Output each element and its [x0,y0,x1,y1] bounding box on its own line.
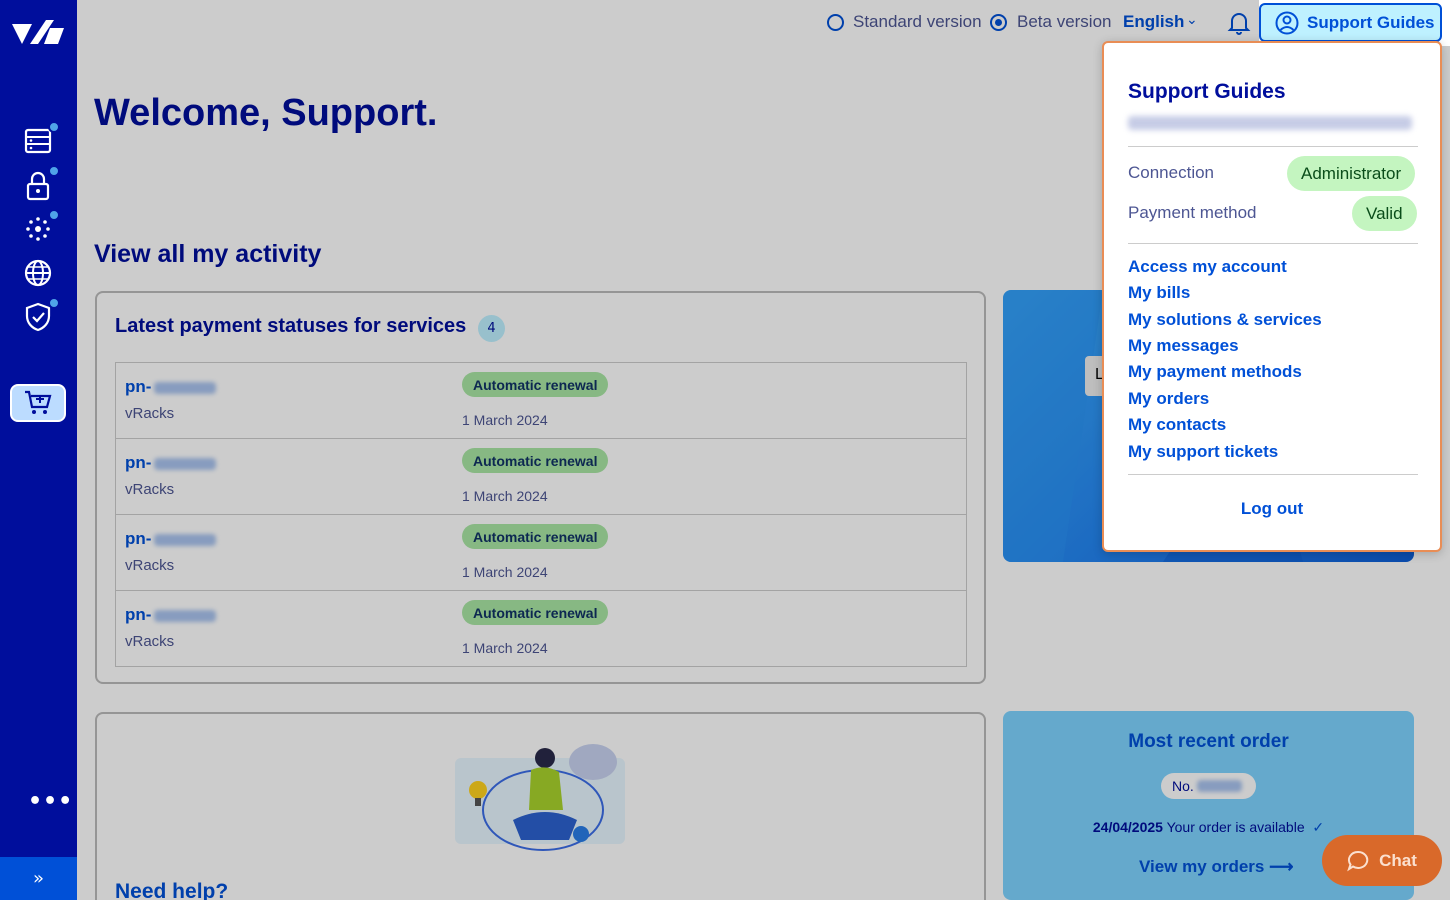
renewal-date: 1 March 2024 [462,564,548,580]
service-type: vRacks [125,633,175,650]
notification-dot [48,297,60,309]
order-date: 24/04/2025 [1092,819,1163,835]
access-account-link[interactable]: Access my account [1128,257,1287,277]
globe-icon[interactable] [22,257,54,289]
support-guides-label: Support Guides [1307,12,1435,32]
service-type: vRacks [125,405,175,422]
sidebar: ••• » [0,0,77,900]
status-badge: Automatic renewal [462,372,609,397]
renewal-date: 1 March 2024 [462,640,548,656]
chevron-down-icon[interactable]: ⌄ [1186,12,1198,28]
order-status: 24/04/2025 Your order is available ✓ [1003,819,1414,836]
divider [1128,474,1418,475]
service-id-link[interactable]: pn- [125,529,217,549]
messages-link[interactable]: My messages [1128,336,1239,356]
arrow-right-icon: ⟶ [1264,857,1294,876]
chat-label: Chat [1379,850,1417,870]
table-row: pn- vRacks Automatic renewal 1 March 202… [116,591,966,666]
service-type: vRacks [125,481,175,498]
beta-version-radio[interactable] [990,14,1007,31]
service-id-link[interactable]: pn- [125,453,217,473]
dropdown-title: Support Guides [1128,80,1286,103]
renewal-date: 1 March 2024 [462,412,548,428]
help-illustration [455,744,625,851]
service-id-link[interactable]: pn- [125,605,217,625]
beta-version-label[interactable]: Beta version [1017,12,1112,32]
page-title: Welcome, Support. [94,92,438,134]
notification-dot [48,165,60,177]
count-badge: 4 [478,315,505,342]
ovh-logo-icon[interactable] [10,14,66,52]
status-badge: Automatic renewal [462,600,609,625]
notification-dot [48,121,60,133]
check-icon: ✓ [1308,819,1325,835]
service-type: vRacks [125,557,175,574]
support-guides-button[interactable]: Support Guides [1259,3,1442,42]
status-badge: Automatic renewal [462,524,609,549]
table-row: pn- vRacks Automatic renewal 1 March 202… [116,439,966,515]
help-title: Need help? [115,880,229,900]
logout-button[interactable]: Log out [1104,499,1440,519]
chat-bubble-icon [1347,850,1369,871]
cart-plus-icon[interactable] [10,384,66,422]
more-icon[interactable]: ••• [28,791,73,813]
support-tickets-link[interactable]: My support tickets [1128,442,1278,462]
chat-button[interactable]: Chat [1322,835,1442,886]
divider [1128,146,1418,147]
payment-method-badge: Valid [1352,196,1417,231]
standard-version-label[interactable]: Standard version [853,12,982,32]
order-title: Most recent order [1128,731,1289,752]
order-number: No. [1161,773,1256,799]
renewal-date: 1 March 2024 [462,488,548,504]
account-email-redacted [1128,116,1412,130]
payment-status-card: Latest payment statuses for services 4 p… [95,291,986,684]
bills-link[interactable]: My bills [1128,283,1190,303]
language-selector[interactable]: English [1123,12,1184,32]
table-row: pn- vRacks Automatic renewal 1 March 202… [116,515,966,591]
connection-badge: Administrator [1287,156,1416,191]
status-badge: Automatic renewal [462,448,609,473]
payment-method-label: Payment method [1128,203,1257,222]
orders-link[interactable]: My orders [1128,389,1209,409]
standard-version-radio[interactable] [827,14,844,31]
contacts-link[interactable]: My contacts [1128,415,1226,435]
connection-label: Connection [1128,163,1215,182]
view-orders-link[interactable]: View my orders ⟶ [1139,857,1293,877]
notification-dot [48,209,60,221]
solutions-services-link[interactable]: My solutions & services [1128,310,1322,330]
service-id-link[interactable]: pn- [125,377,217,397]
activity-title: View all my activity [94,240,322,268]
divider [1128,243,1418,244]
payment-table: pn- vRacks Automatic renewal 1 March 202… [115,362,967,667]
bell-icon[interactable] [1227,10,1251,36]
payment-methods-link[interactable]: My payment methods [1128,362,1302,382]
help-card: Need help? [95,712,986,900]
user-circle-icon [1275,11,1299,34]
payment-card-title: Latest payment statuses for services [115,315,467,337]
table-row: pn- vRacks Automatic renewal 1 March 202… [116,363,966,439]
account-dropdown: Support Guides Connection Administrator … [1102,41,1442,552]
expand-sidebar-icon[interactable]: » [0,857,77,900]
order-status-text: Your order is available [1166,819,1305,835]
